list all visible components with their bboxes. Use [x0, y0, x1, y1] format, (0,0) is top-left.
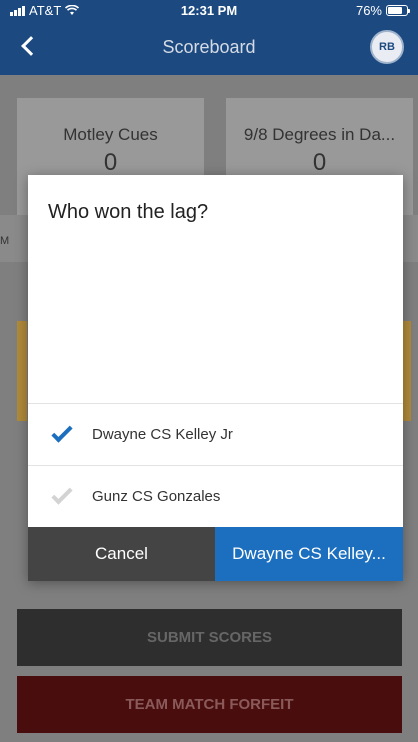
team-name: Motley Cues	[63, 125, 158, 144]
check-icon	[51, 482, 73, 505]
player-option-label: Dwayne CS Kelley Jr	[92, 426, 233, 443]
battery-info: 76%	[355, 3, 410, 18]
battery-percent: 76%	[355, 3, 382, 18]
check-icon	[51, 420, 73, 443]
page-title: Scoreboard	[162, 37, 256, 57]
team-score: 0	[103, 149, 118, 176]
team-match-forfeit-button[interactable]: TEAM MATCH FORFEIT	[17, 676, 402, 733]
cancel-button[interactable]: Cancel	[28, 527, 215, 581]
lag-winner-dialog: Who won the lag? Dwayne CS Kelley Jr Gun…	[28, 175, 403, 581]
dialog-title: Who won the lag?	[48, 201, 209, 223]
player-option-label: Gunz CS Gonzales	[92, 488, 221, 505]
confirm-button[interactable]: Dwayne CS Kelley...	[215, 527, 403, 581]
player-option-2[interactable]: Gunz CS Gonzales	[28, 465, 403, 527]
dialog-actions: Cancel Dwayne CS Kelley...	[28, 527, 403, 581]
battery-icon	[386, 5, 410, 16]
section-header-label: M	[0, 235, 10, 247]
nav-bar: Scoreboard RB	[0, 20, 418, 75]
player-option-1[interactable]: Dwayne CS Kelley Jr	[28, 403, 403, 465]
submit-scores-button[interactable]: SUBMIT SCORES	[17, 609, 402, 666]
status-bar: AT&T 12:31 PM 76%	[0, 0, 418, 20]
team-score: 0	[312, 149, 327, 176]
avatar[interactable]: RB	[370, 30, 404, 64]
team-name: 9/8 Degrees in Da...	[243, 125, 396, 144]
confirm-button-label: Dwayne CS Kelley...	[232, 544, 386, 563]
match-highlight-left	[17, 321, 27, 421]
